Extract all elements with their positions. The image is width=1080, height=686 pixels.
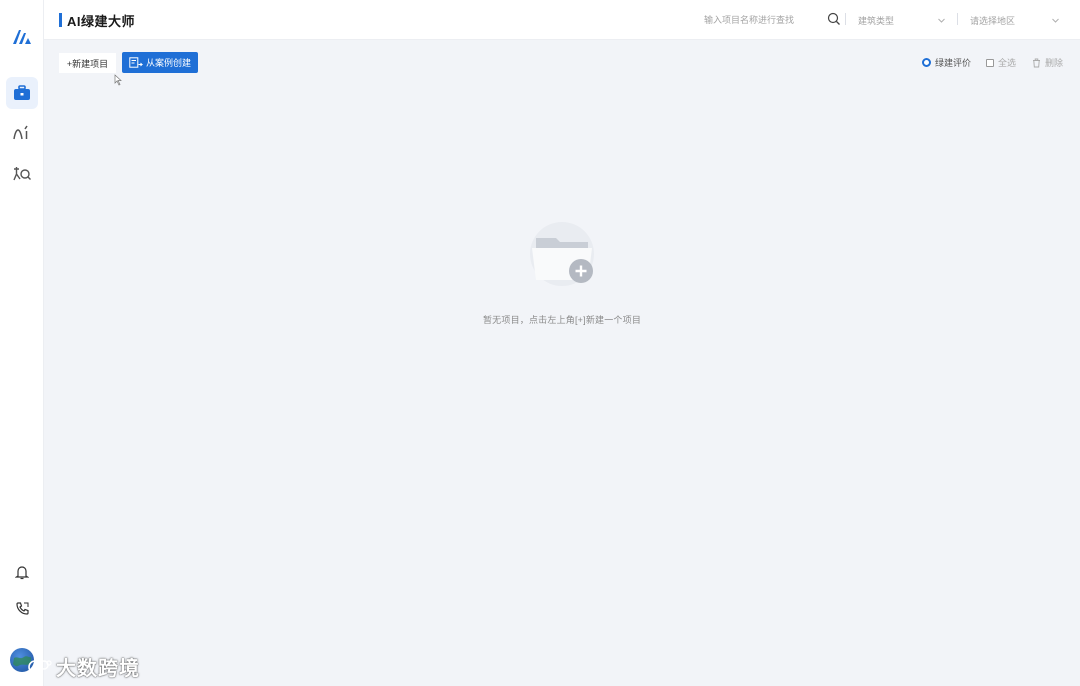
green-evaluation-toggle[interactable]: 绿建评价: [922, 56, 971, 69]
checkbox-icon: [986, 58, 994, 67]
bell-icon: [15, 565, 29, 579]
create-from-case-button[interactable]: 从案例创建: [122, 52, 198, 73]
page-title: AI绿建大师: [67, 14, 136, 29]
watermark: 大数跨境: [28, 652, 140, 681]
notifications-button[interactable]: [6, 556, 38, 588]
search-icon[interactable]: [827, 12, 841, 26]
building-type-select[interactable]: 建筑类型: [858, 10, 946, 30]
trash-icon: [1033, 58, 1040, 67]
create-from-case-label: 从案例创建: [145, 58, 191, 68]
knowledge-search-icon: [13, 167, 31, 181]
top-header: AI绿建大师 建筑类型 请选择地区: [44, 0, 1080, 40]
sidebar-item-knowledge[interactable]: [6, 158, 38, 190]
chevron-down-icon: [938, 18, 945, 23]
phone-icon: [15, 601, 29, 615]
empty-folder-icon: [530, 222, 594, 286]
green-evaluation-label: 绿建评价: [935, 58, 972, 68]
empty-state-message: 暂无项目，点击左上角[+]新建一个项目: [482, 315, 642, 325]
chevron-down-icon: [1052, 18, 1059, 23]
divider: [957, 13, 958, 25]
contact-button[interactable]: [6, 592, 38, 624]
app-logo-icon: [13, 30, 31, 44]
region-placeholder: 请选择地区: [970, 15, 1016, 26]
title-accent-bar: [59, 13, 62, 27]
delete-button[interactable]: 删除: [1032, 56, 1063, 69]
select-all-checkbox[interactable]: 全选: [986, 56, 1016, 69]
ai-icon: [13, 125, 28, 140]
sidebar-item-ai[interactable]: [6, 117, 38, 149]
building-type-placeholder: 建筑类型: [858, 15, 895, 26]
delete-label: 删除: [1045, 58, 1064, 68]
region-select[interactable]: 请选择地区: [970, 10, 1060, 30]
select-all-label: 全选: [998, 58, 1017, 68]
template-icon: [129, 57, 143, 68]
radio-selected-icon: [922, 58, 931, 67]
new-project-button[interactable]: +新建项目: [59, 53, 116, 73]
sidebar: [0, 0, 44, 686]
mouse-cursor-icon: [114, 74, 122, 86]
watermark-text: 大数跨境: [56, 658, 140, 680]
search-input[interactable]: [704, 12, 822, 28]
divider: [845, 13, 846, 25]
watermark-logo-icon: [28, 659, 52, 674]
sidebar-item-projects[interactable]: [6, 77, 38, 109]
briefcase-icon: [14, 85, 30, 100]
